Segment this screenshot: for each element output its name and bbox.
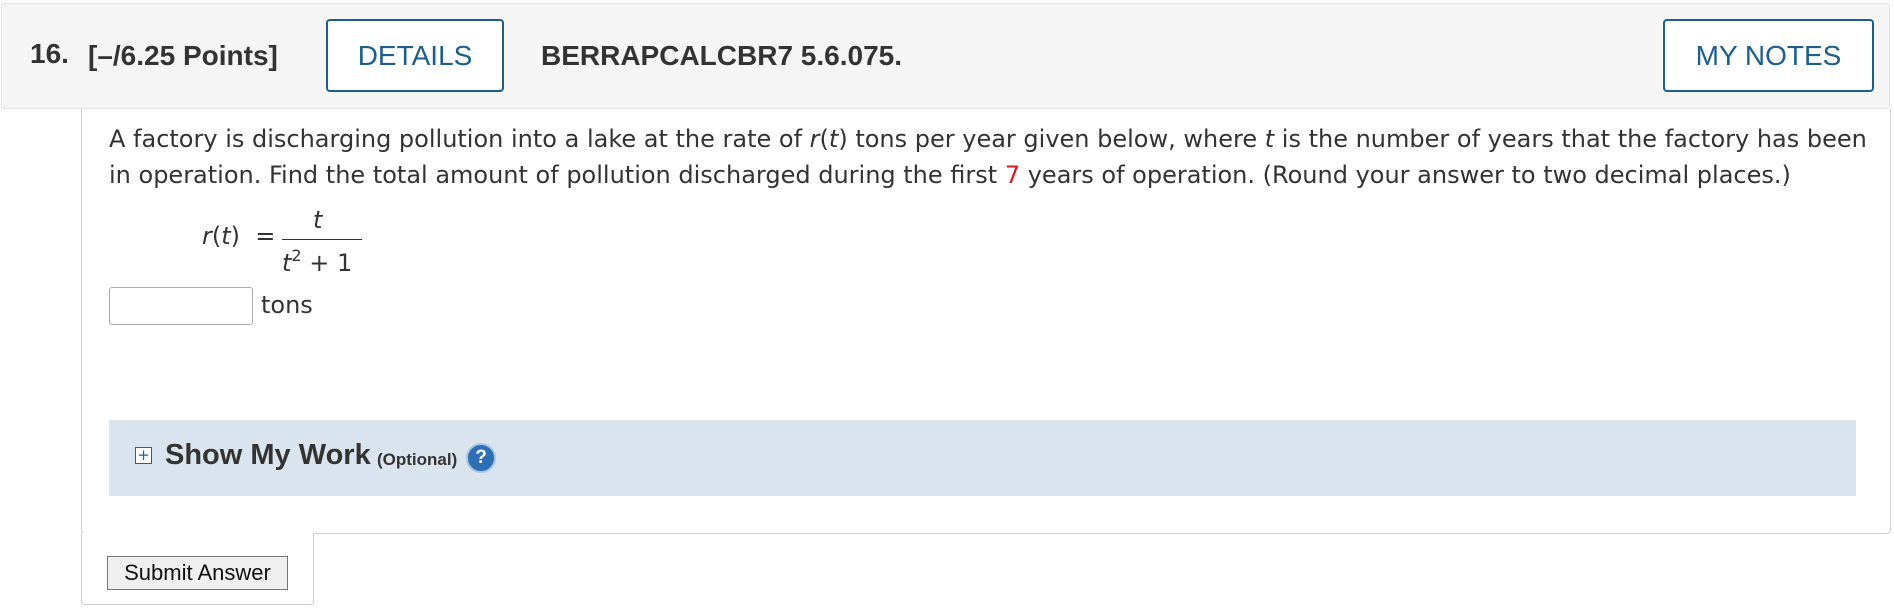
submit-answer-button[interactable]: Submit Answer	[107, 556, 288, 590]
optional-label: (Optional)	[377, 450, 458, 469]
answer-unit: tons	[261, 291, 313, 319]
answer-input[interactable]	[109, 287, 253, 325]
question-header	[1, 3, 1890, 109]
fraction-bar	[282, 239, 362, 240]
details-button[interactable]: DETAILS	[326, 19, 504, 92]
my-notes-button[interactable]: MY NOTES	[1663, 19, 1874, 92]
expand-plus-icon[interactable]: +	[135, 447, 152, 464]
show-my-work-title[interactable]: Show My Work	[165, 439, 371, 472]
formula-denominator: t2 + 1	[282, 246, 353, 277]
question-line-2: in operation. Find the total amount of p…	[109, 161, 1791, 189]
help-icon[interactable]: ?	[466, 443, 496, 473]
formula-lhs: r(t) =	[202, 222, 276, 250]
years-value: 7	[1004, 161, 1021, 189]
question-line-1: A factory is discharging pollution into …	[109, 125, 1867, 153]
formula-numerator: t	[313, 206, 323, 234]
points-label: [–/6.25 Points]	[88, 40, 278, 71]
problem-code: BERRAPCALCBR7 5.6.075.	[541, 40, 902, 71]
question-number: 16.	[30, 38, 69, 69]
question-text: A factory is discharging pollution into …	[109, 121, 1869, 193]
show-my-work-bar[interactable]	[109, 420, 1856, 496]
